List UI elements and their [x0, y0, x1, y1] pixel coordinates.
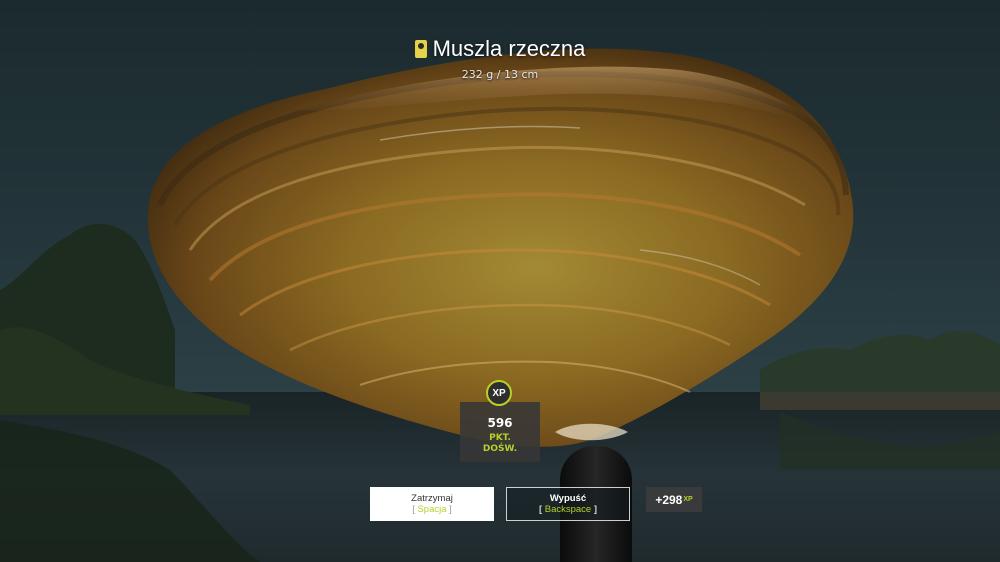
keep-label: Zatrzymaj	[411, 493, 453, 504]
keep-button[interactable]: Zatrzymaj [ Spacja ]	[370, 487, 494, 521]
xp-gain-unit: XP	[683, 496, 693, 503]
catch-stats: 232 g / 13 cm	[461, 68, 539, 81]
river-mussel-model	[147, 48, 854, 447]
xp-card: 596 PKT. DOŚW.	[460, 402, 540, 462]
catch-header: Muszla rzeczna 232 g / 13 cm	[0, 36, 1000, 81]
keep-key-hint: [ Spacja ]	[412, 504, 452, 515]
trophy-marker-icon	[414, 40, 427, 58]
xp-gain-badge: +298 XP	[646, 487, 702, 512]
xp-badge-icon: XP	[486, 380, 512, 406]
keep-key: Spacja	[417, 504, 447, 515]
catch-title: Muszla rzeczna	[432, 36, 586, 61]
xp-label: PKT. DOŚW.	[460, 433, 540, 455]
release-key: Backspace	[544, 504, 592, 515]
release-button[interactable]: Wypuść [ Backspace ]	[506, 487, 630, 521]
xp-label-line1: PKT.	[489, 433, 511, 443]
xp-label-line2: DOŚW.	[482, 444, 518, 454]
title-row: Muszla rzeczna	[0, 36, 1000, 62]
xp-gain-value: +298	[655, 492, 683, 507]
xp-value: 596	[487, 416, 513, 430]
release-label: Wypuść	[549, 493, 587, 504]
release-key-hint: [ Backspace ]	[538, 504, 598, 515]
